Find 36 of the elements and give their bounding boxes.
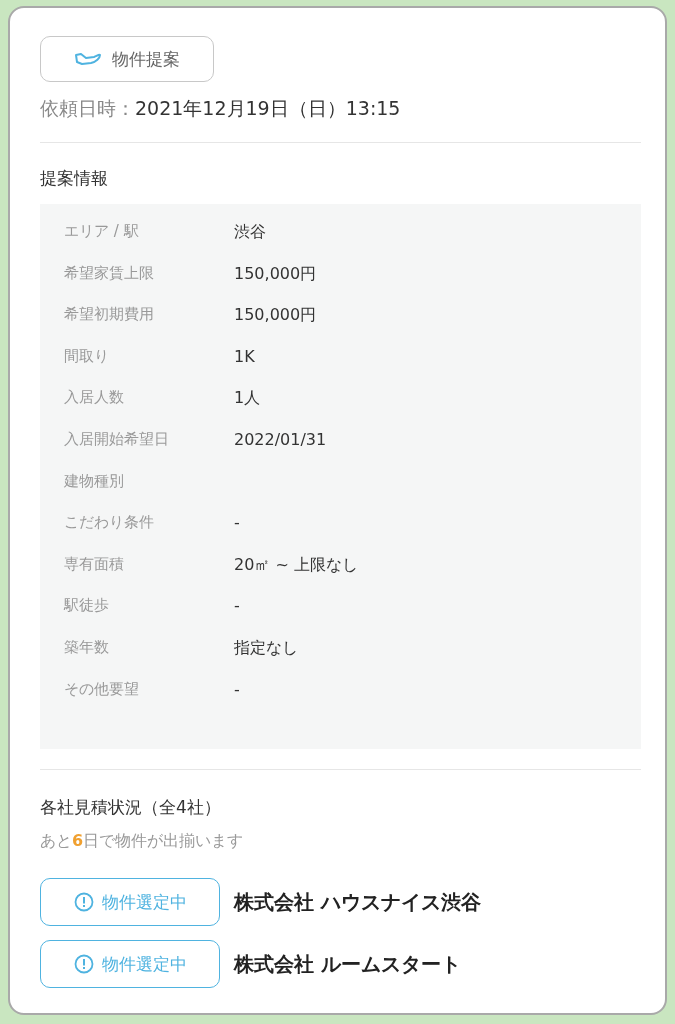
field-value: 150,000円 <box>234 263 317 285</box>
field-label: こだわり条件 <box>64 513 155 533</box>
field-value: 150,000円 <box>234 305 317 327</box>
property-proposal-button[interactable]: 物件提案 <box>40 36 214 82</box>
field-label: エリア / 駅 <box>64 222 140 241</box>
field-value: 1人 <box>234 388 261 410</box>
field-label: 間取り <box>64 346 110 366</box>
field-label: 専有面積 <box>64 554 125 574</box>
field-value: 渋谷 <box>234 222 266 243</box>
field-label: 築年数 <box>64 637 110 657</box>
field-label: 入居人数 <box>64 388 125 408</box>
exclamation-icon <box>73 954 94 975</box>
field-value: 1K <box>234 346 255 366</box>
field-value: - <box>234 596 240 616</box>
field-label: 駅徒歩 <box>64 596 110 616</box>
request-date-value: 2021年12月19日（日）13:15 <box>135 97 401 119</box>
field-label: 希望初期費用 <box>64 305 155 325</box>
field-label: その他要望 <box>64 679 140 699</box>
field-value: 2022/01/31 <box>234 429 327 449</box>
request-date-label: 依頼日時： <box>40 97 135 119</box>
status-badge: 物件選定中 <box>40 878 220 927</box>
notice-text: あと 6日で物件が出揃います <box>40 831 245 853</box>
field-label: 建物種別 <box>64 471 125 491</box>
field-value: 20㎡ ~ 上限なし <box>234 554 358 576</box>
field-label: 希望家賃上限 <box>64 263 155 283</box>
field-label: 入居開始希望日 <box>64 429 170 449</box>
field-value: - <box>234 513 240 533</box>
field-value: - <box>234 679 240 699</box>
section-title: 提案情報 <box>40 167 109 190</box>
company-name: 株式会社 ハウスナイス渋谷 <box>234 888 481 916</box>
hand-icon <box>74 51 102 67</box>
exclamation-icon <box>73 892 94 913</box>
field-value: 指定なし <box>234 637 298 659</box>
status-badge: 物件選定中 <box>40 940 220 989</box>
section-title: 各社見積状況（全4社） <box>40 796 222 820</box>
company-name: 株式会社 ルームスタート <box>234 950 461 978</box>
